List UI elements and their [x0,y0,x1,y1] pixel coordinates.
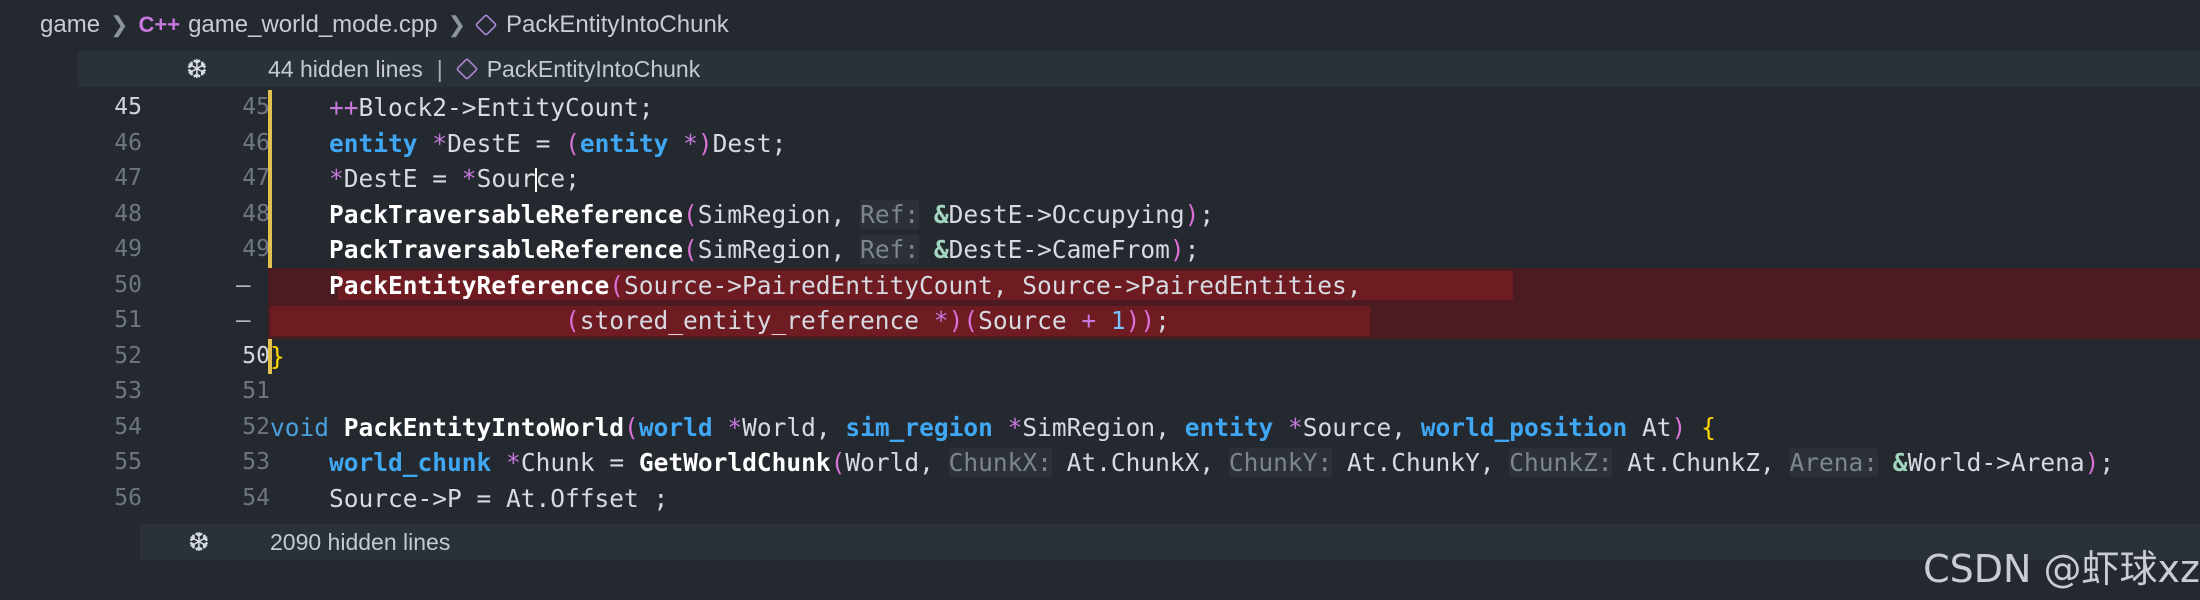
code-text: world_chunk *Chunk = GetWorldChunk(World… [329,448,2115,477]
inlay-hint: Ref: [860,199,920,229]
hidden-lines-fold-top[interactable]: ❆ 44 hidden lines | PackEntityIntoChunk [78,51,2200,87]
code-line[interactable]: 47 47 *DestE = *Source; [78,161,2200,197]
line-number-original: 53 [114,378,142,404]
line-number-modified: 51 [242,378,270,404]
line-number-original: 47 [114,165,142,191]
code-line[interactable]: 49 49 PackTraversableReference(SimRegion… [78,232,2200,268]
line-number-modified: 49 [242,236,270,262]
code-text: void PackEntityIntoWorld(world *World, s… [270,412,1716,442]
code-line[interactable]: 56 54 Source->P = At.Offset_; [78,481,2200,513]
code-text: PackEntityReference(Source->PairedEntity… [329,270,1362,300]
hidden-lines-count: 44 hidden lines [268,55,423,82]
line-number-original: 50 [114,271,142,298]
line-number-modified: 54 [242,484,270,511]
chevron-right-icon: ❯ [110,12,129,37]
unfold-snowflake-icon[interactable]: ❆ [188,527,210,558]
line-number-original: 56 [114,484,142,511]
inlay-hint: ChunkZ: [1509,448,1613,477]
line-number-modified: 48 [242,200,270,227]
chevron-right-icon: ❯ [447,12,466,37]
line-number-modified: 45 [242,94,270,120]
breadcrumb: game ❯ C++ game_world_mode.cpp ❯ PackEnt… [0,0,2200,50]
line-number-original: 46 [114,129,142,156]
inlay-hint: Arena: [1789,448,1879,477]
code-text: entity *DestE = (entity *)Dest; [329,128,787,158]
removed-line-marker: — [236,270,251,299]
line-number-original: 48 [114,200,142,227]
inlay-hint: ChunkX: [948,448,1052,477]
code-line[interactable]: 54 52 void PackEntityIntoWorld(world *Wo… [78,410,2200,446]
breadcrumb-folder[interactable]: game [40,11,100,39]
inlay-hint: ChunkY: [1228,448,1333,477]
code-text: PackTraversableReference(SimRegion, Ref:… [329,235,1200,264]
code-text: Source->P = At.Offset_; [329,483,669,513]
line-number-modified: 46 [242,129,270,156]
line-number-original: 55 [114,449,142,475]
removed-line-marker: — [236,306,251,334]
line-number-original: 52 [114,342,142,369]
fold-separator: | [436,55,443,82]
line-number-modified: 52 [242,413,270,440]
code-line[interactable]: 52 50 } [78,338,2200,374]
code-text: ++Block2->EntityCount; [329,93,654,122]
hidden-lines-fold-bottom[interactable]: ❆ 2090 hidden lines [140,524,2200,560]
code-line[interactable]: 53 51 [78,374,2200,410]
line-number-original: 45 [114,94,142,120]
method-cube-icon [455,57,479,81]
code-line[interactable]: 45 45 ++Block2->EntityCount; [78,90,2200,126]
diff-editor[interactable]: 45 45 ++Block2->EntityCount; 46 46 entit… [78,90,2200,512]
line-number-modified: 50 [242,342,270,369]
code-line[interactable]: 46 46 entity *DestE = (entity *)Dest; [78,125,2200,161]
hidden-lines-count: 2090 hidden lines [270,528,451,555]
line-number-modified: 47 [242,165,270,191]
code-text: } [270,341,285,371]
line-number-original: 54 [114,413,142,440]
line-number-original: 49 [114,236,142,262]
breadcrumb-file[interactable]: game_world_mode.cpp [188,11,437,39]
inlay-hint: Ref: [860,235,920,264]
removed-code-line[interactable]: 50 — PackEntityReference(Source->PairedE… [78,267,2200,303]
code-line[interactable]: 48 48 PackTraversableReference(SimRegion… [78,196,2200,232]
code-line[interactable]: 55 53 world_chunk *Chunk = GetWorldChunk… [78,445,2200,481]
code-text: (stored_entity_reference *)(Source + 1))… [565,306,1170,335]
line-number-original: 51 [114,307,142,333]
unfold-snowflake-icon[interactable]: ❆ [186,54,208,85]
removed-code-line[interactable]: 51 — (stored_entity_reference *)(Source … [78,303,2200,339]
cpp-file-icon: C++ [138,12,181,37]
watermark: CSDN @虾球xz [1923,547,2200,591]
breadcrumb-symbol[interactable]: PackEntityIntoChunk [506,11,729,39]
line-number-modified: 53 [242,449,270,475]
code-text: *DestE = *Source; [329,164,580,193]
code-text: PackTraversableReference(SimRegion, Ref:… [329,199,1215,229]
method-cube-icon [474,13,498,37]
fold-symbol: PackEntityIntoChunk [486,55,701,82]
